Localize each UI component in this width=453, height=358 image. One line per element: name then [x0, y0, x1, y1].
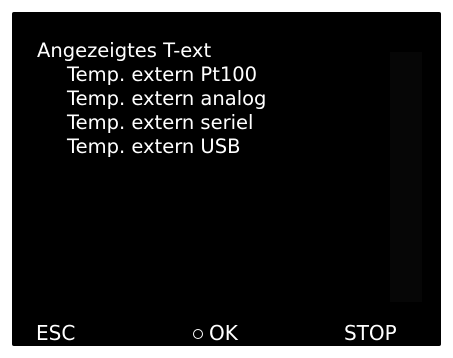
ok-softkey-label: OK [209, 321, 238, 345]
stop-softkey[interactable]: STOP [344, 321, 397, 345]
menu-title: Angezeigtes T-ext [37, 39, 212, 62]
option-temp-extern-usb[interactable]: Temp. extern USB [67, 135, 266, 159]
option-temp-extern-seriel[interactable]: Temp. extern seriel [67, 111, 266, 135]
circle-icon [193, 328, 203, 339]
option-list: Temp. extern Pt100 Temp. extern analog T… [67, 63, 266, 159]
option-temp-extern-analog[interactable]: Temp. extern analog [67, 87, 266, 111]
option-temp-extern-pt100[interactable]: Temp. extern Pt100 [67, 63, 266, 87]
esc-softkey[interactable]: ESC [36, 321, 75, 345]
scrollbar-track [390, 52, 422, 302]
ok-softkey[interactable]: OK [193, 321, 238, 345]
device-display: Angezeigtes T-ext Temp. extern Pt100 Tem… [12, 12, 441, 346]
